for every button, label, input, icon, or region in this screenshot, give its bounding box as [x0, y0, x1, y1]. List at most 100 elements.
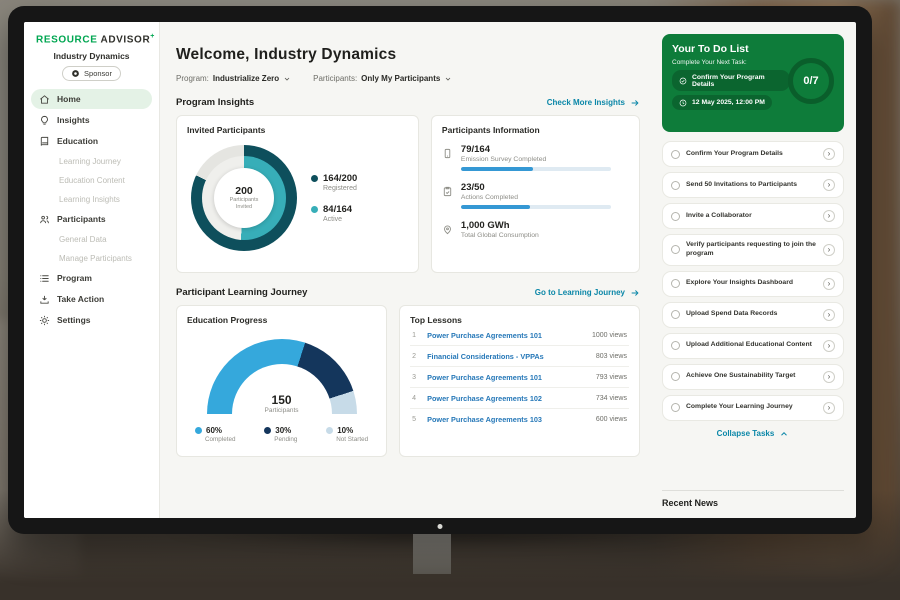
- sidebar-item-label: Home: [57, 94, 81, 104]
- task-label: Upload Additional Educational Content: [686, 341, 817, 350]
- stat-label: Emission Survey Completed: [461, 156, 611, 163]
- legend-value: 30%: [275, 426, 291, 435]
- sidebar-item-learning-journey[interactable]: Learning Journey: [31, 152, 152, 170]
- todo-task[interactable]: Send 50 Invitations to Participants›: [662, 172, 844, 198]
- sidebar-item-label: General Data: [59, 235, 107, 244]
- emission-progress-bar: [461, 167, 611, 171]
- task-checkbox[interactable]: [671, 279, 680, 288]
- participants-filter-value: Only My Participants: [361, 74, 440, 83]
- chevron-right-icon[interactable]: ›: [823, 371, 835, 383]
- chevron-right-icon[interactable]: ›: [823, 179, 835, 191]
- lesson-views: 1000 views: [592, 332, 627, 339]
- insights-cards-row: Invited Participants 200 Participants In…: [176, 115, 640, 273]
- chevron-right-icon[interactable]: ›: [823, 309, 835, 321]
- lesson-row: 4 Power Purchase Agreements 102 734 view…: [410, 388, 629, 409]
- task-label: Complete Your Learning Journey: [686, 403, 817, 412]
- sidebar-item-settings[interactable]: Settings: [31, 310, 152, 330]
- legend-dot: [264, 427, 271, 434]
- book-icon: [39, 136, 50, 147]
- task-checkbox[interactable]: [671, 372, 680, 381]
- todo-progress-ring: 0/7: [788, 58, 834, 104]
- task-checkbox[interactable]: [671, 341, 680, 350]
- task-checkbox[interactable]: [671, 245, 680, 254]
- sidebar-item-education-content[interactable]: Education Content: [31, 171, 152, 189]
- go-to-learning-journey-link[interactable]: Go to Learning Journey: [535, 288, 640, 298]
- lesson-link[interactable]: Power Purchase Agreements 101: [427, 373, 589, 382]
- program-filter[interactable]: Program: Industrialize Zero: [176, 74, 291, 83]
- sidebar-item-home[interactable]: Home: [31, 89, 152, 109]
- todo-task[interactable]: Upload Additional Educational Content ›: [662, 333, 844, 359]
- home-icon: [39, 94, 50, 105]
- chevron-down-icon[interactable]: [444, 75, 452, 83]
- task-checkbox[interactable]: [671, 403, 680, 412]
- task-label: Verify participants requesting to join t…: [686, 241, 817, 259]
- chevron-right-icon[interactable]: ›: [823, 210, 835, 222]
- legend-dot: [311, 175, 318, 182]
- chevron-right-icon[interactable]: ›: [823, 340, 835, 352]
- chevron-right-icon[interactable]: ›: [823, 402, 835, 414]
- lesson-link[interactable]: Financial Considerations - VPPAs: [427, 352, 589, 361]
- todo-task[interactable]: Achieve One Sustainability Target›: [662, 364, 844, 390]
- sidebar-item-program[interactable]: Program: [31, 268, 152, 288]
- gear-icon: [39, 315, 50, 326]
- clock-icon: [679, 99, 687, 107]
- participants-filter-label: Participants:: [313, 74, 357, 83]
- legend-label: Registered: [323, 185, 357, 192]
- sidebar-item-manage-participants[interactable]: Manage Participants: [31, 249, 152, 267]
- todo-task[interactable]: Explore Your Insights Dashboard›: [662, 271, 844, 297]
- chevron-up-icon: [779, 429, 789, 439]
- brand-logo[interactable]: RESOURCE ADVISOR+: [24, 22, 159, 49]
- program-filter-label: Program:: [176, 74, 209, 83]
- task-checkbox[interactable]: [671, 181, 680, 190]
- todo-task[interactable]: Complete Your Learning Journey ›: [662, 395, 844, 421]
- sidebar-item-education[interactable]: Education: [31, 131, 152, 151]
- invited-donut-chart: 200 Participants Invited: [191, 145, 297, 251]
- legend-label: Not Started: [336, 436, 368, 443]
- lesson-rank: 3: [412, 374, 420, 381]
- chevron-down-icon[interactable]: [283, 75, 291, 83]
- task-checkbox[interactable]: [671, 150, 680, 159]
- chevron-right-icon[interactable]: ›: [823, 244, 835, 256]
- collapse-tasks-link[interactable]: Collapse Tasks: [662, 429, 844, 439]
- lesson-link[interactable]: Power Purchase Agreements 101: [427, 331, 585, 340]
- legend-value: 84/164: [323, 204, 352, 215]
- arrow-right-icon: [630, 98, 640, 108]
- lesson-rank: 4: [412, 395, 420, 402]
- lesson-link[interactable]: Power Purchase Agreements 103: [427, 415, 589, 424]
- progress-fill: [461, 205, 530, 209]
- legend-dot: [326, 427, 333, 434]
- check-more-insights-link[interactable]: Check More Insights: [547, 98, 640, 108]
- todo-task[interactable]: Upload Spend Data Records›: [662, 302, 844, 328]
- collapse-label: Collapse Tasks: [717, 429, 775, 438]
- participants-filter[interactable]: Participants: Only My Participants: [313, 74, 452, 83]
- task-checkbox[interactable]: [671, 212, 680, 221]
- todo-task-list: Confirm Your Program Details› Send 50 In…: [662, 141, 844, 421]
- chevron-right-icon[interactable]: ›: [823, 278, 835, 290]
- filters-row: Program: Industrialize Zero Participants…: [176, 74, 640, 83]
- legend-label: Active: [323, 216, 357, 223]
- card-title: Invited Participants: [187, 125, 408, 135]
- todo-task[interactable]: Invite a Collaborator›: [662, 203, 844, 229]
- section-title: Participant Learning Journey: [176, 287, 307, 298]
- section-title: Program Insights: [176, 97, 254, 108]
- program-filter-value: Industrialize Zero: [213, 74, 279, 83]
- lesson-link[interactable]: Power Purchase Agreements 102: [427, 394, 589, 403]
- task-checkbox[interactable]: [671, 310, 680, 319]
- todo-next-task[interactable]: Confirm Your Program Details: [672, 70, 790, 91]
- legend-item-completed: 60% Completed: [195, 426, 235, 443]
- todo-task[interactable]: Verify participants requesting to join t…: [662, 234, 844, 266]
- chevron-right-icon[interactable]: ›: [823, 148, 835, 160]
- sidebar-item-general-data[interactable]: General Data: [31, 230, 152, 248]
- todo-task[interactable]: Confirm Your Program Details›: [662, 141, 844, 167]
- sponsor-badge[interactable]: Sponsor: [62, 66, 121, 81]
- logo-plus: +: [150, 33, 155, 40]
- stat-value: 79/164: [461, 144, 611, 155]
- lesson-row: 5 Power Purchase Agreements 103 600 view…: [410, 409, 629, 429]
- sidebar-item-insights[interactable]: Insights: [31, 110, 152, 130]
- legend-item-registered: 164/200 Registered: [311, 173, 357, 192]
- sidebar-item-learning-insights[interactable]: Learning Insights: [31, 190, 152, 208]
- sidebar-item-participants[interactable]: Participants: [31, 209, 152, 229]
- logo-advisor: ADVISOR: [101, 34, 151, 45]
- sidebar-item-take-action[interactable]: Take Action: [31, 289, 152, 309]
- arrow-right-icon: [630, 288, 640, 298]
